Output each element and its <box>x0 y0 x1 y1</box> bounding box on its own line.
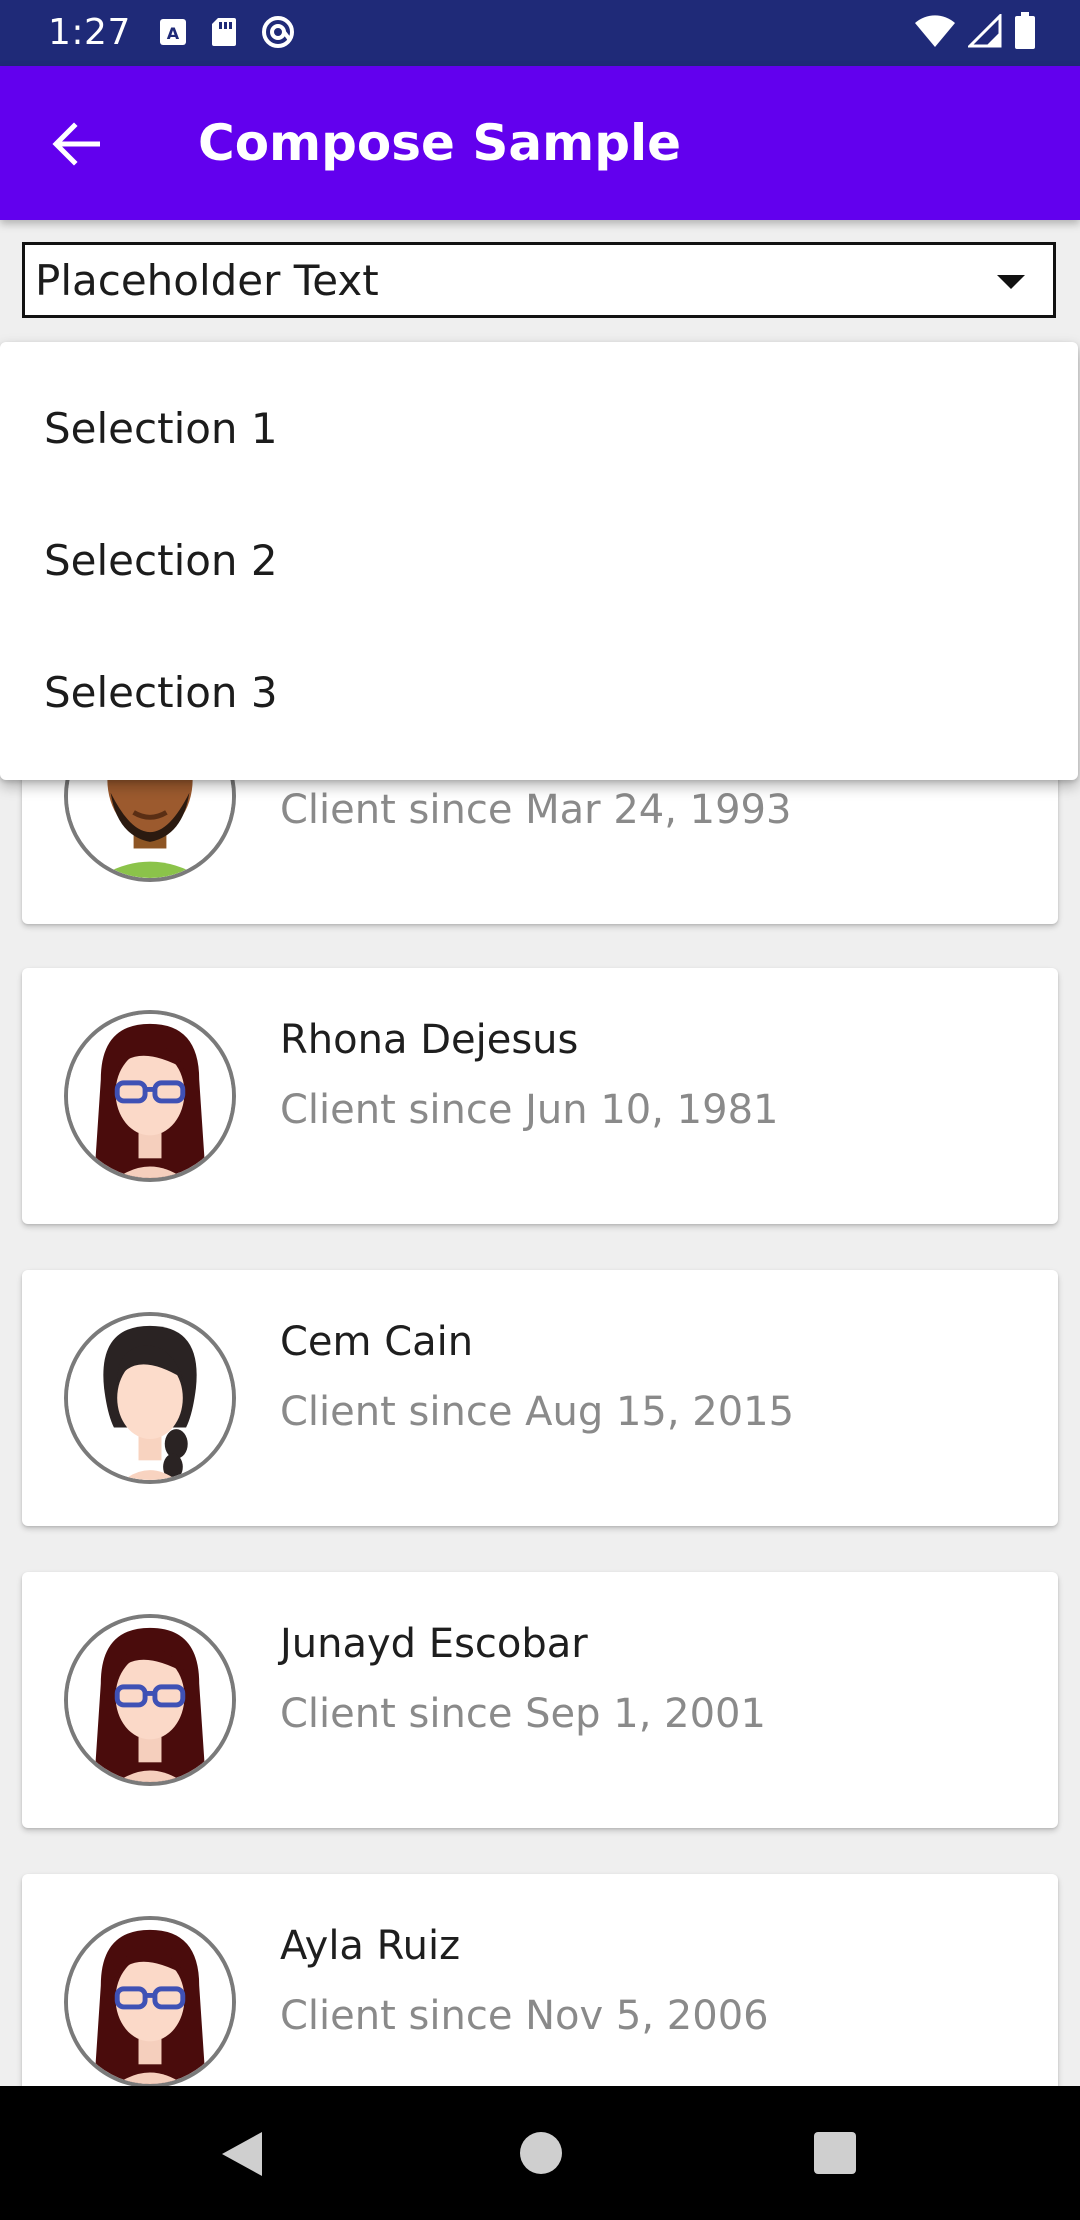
avatar <box>64 1614 236 1786</box>
app-title: Compose Sample <box>198 114 682 172</box>
nav-back-icon[interactable] <box>222 2132 262 2176</box>
cellular-signal-icon <box>966 12 1002 52</box>
client-since: Client since Jun 10, 1981 <box>280 1087 779 1133</box>
dropdown-menu: Selection 1 Selection 2 Selection 3 <box>0 342 1078 780</box>
woman-glasses-avatar-icon <box>68 1014 232 1178</box>
client-name: Junayd Escobar <box>280 1621 588 1667</box>
avatar <box>64 1010 236 1182</box>
nav-recents-icon[interactable] <box>814 2132 856 2174</box>
app-bar: Compose Sample <box>0 66 1080 220</box>
client-card[interactable]: Cem Cain Client since Aug 15, 2015 <box>22 1270 1058 1526</box>
client-name: Rhona Dejesus <box>280 1017 579 1063</box>
dropdown-value: Placeholder Text <box>35 256 379 305</box>
back-button[interactable] <box>36 106 116 186</box>
client-since: Client since Mar 24, 1993 <box>280 787 792 833</box>
woman-glasses-avatar-icon <box>68 1920 232 2084</box>
battery-icon <box>1014 12 1036 54</box>
screen: 1:27 A Compose Sample Placeholder Text C… <box>0 0 1080 2220</box>
a-box-icon: A <box>158 17 188 51</box>
client-name: Ayla Ruiz <box>280 1923 461 1969</box>
status-time: 1:27 <box>48 12 131 53</box>
status-icons-left: A <box>158 14 296 54</box>
avatar <box>64 1916 236 2088</box>
svg-text:A: A <box>167 24 180 43</box>
sd-card-icon <box>210 16 238 52</box>
client-name: Cem Cain <box>280 1319 474 1365</box>
client-card[interactable]: Junayd Escobar Client since Sep 1, 2001 <box>22 1572 1058 1828</box>
status-bar: 1:27 A <box>0 0 1080 66</box>
client-since: Client since Nov 5, 2006 <box>280 1993 769 2039</box>
status-icons-right <box>914 12 1036 54</box>
client-since: Client since Aug 15, 2015 <box>280 1389 795 1435</box>
at-sign-icon <box>260 14 296 54</box>
avatar <box>64 1312 236 1484</box>
dropdown-field[interactable]: Placeholder Text <box>22 242 1056 318</box>
wifi-icon <box>914 14 956 52</box>
client-since: Client since Sep 1, 2001 <box>280 1691 766 1737</box>
arrow-back-icon <box>52 122 101 170</box>
nav-home-icon[interactable] <box>520 2132 562 2174</box>
menu-item-selection-3[interactable]: Selection 3 <box>0 626 1078 758</box>
menu-item-selection-1[interactable]: Selection 1 <box>0 362 1078 494</box>
woman-glasses-avatar-icon <box>68 1618 232 1782</box>
system-nav-bar <box>0 2086 1080 2220</box>
dropdown-arrow-icon[interactable] <box>997 275 1025 289</box>
woman-braid-avatar-icon <box>68 1316 232 1480</box>
menu-item-selection-2[interactable]: Selection 2 <box>0 494 1078 626</box>
client-card[interactable]: Rhona Dejesus Client since Jun 10, 1981 <box>22 968 1058 1224</box>
